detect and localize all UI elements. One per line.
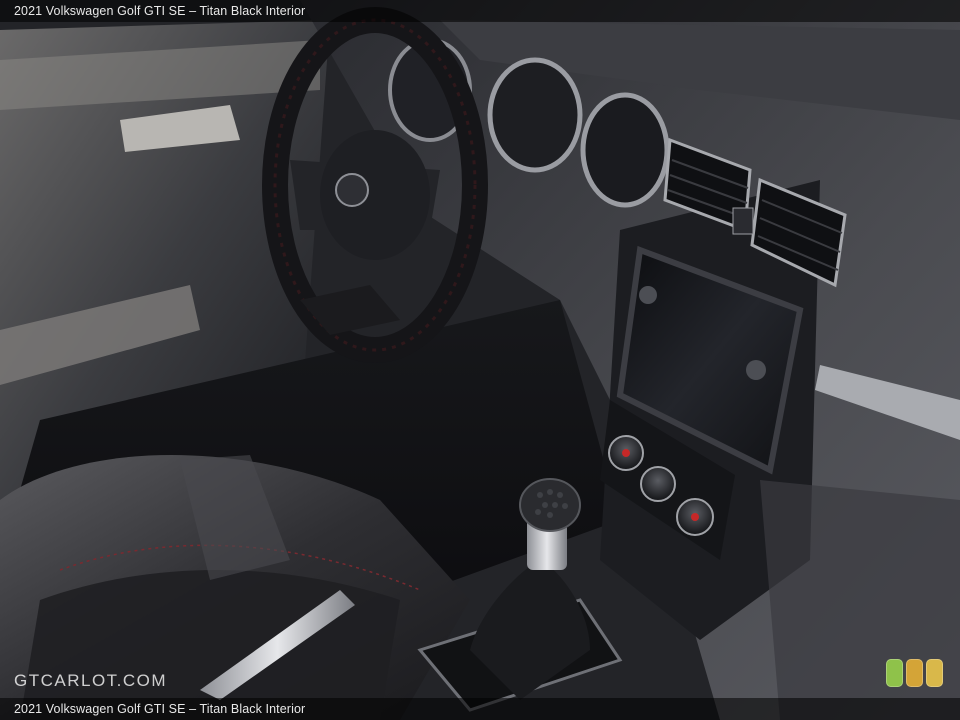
hazard-button: [732, 207, 754, 235]
bottom-caption: 2021 Volkswagen Golf GTI SE – Titan Blac…: [14, 702, 306, 716]
car-interior-photo: [0, 0, 960, 720]
rating-badge-yellow: [926, 659, 943, 687]
rating-badge-orange: [906, 659, 923, 687]
rating-badge-green: [886, 659, 903, 687]
watermark: GTCARLOT.COM: [14, 671, 168, 690]
shift-knob: [519, 478, 581, 532]
climate-knob-center: [640, 466, 676, 502]
top-caption: 2021 Volkswagen Golf GTI SE – Titan Blac…: [14, 4, 306, 18]
